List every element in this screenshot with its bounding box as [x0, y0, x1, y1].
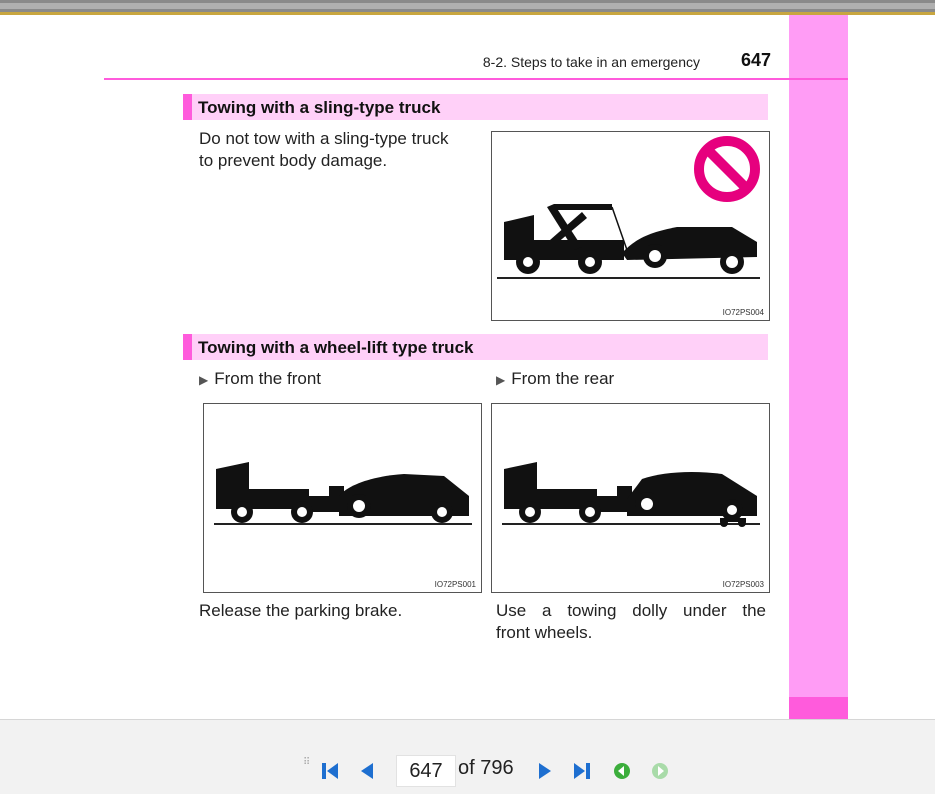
figure-code: IO72PS004: [722, 308, 764, 317]
sling-paragraph-line1: Do not tow with a sling-type truck: [199, 129, 449, 148]
header-rule: [104, 78, 848, 80]
caption-rear-line1: Use a towing dolly under the: [496, 601, 766, 620]
figure-code: IO72PS001: [434, 580, 476, 589]
section-heading-wheel-lift: Towing with a wheel-lift type truck: [183, 334, 768, 360]
go-back-icon[interactable]: [612, 762, 632, 780]
caption-rear-line2: front wheels.: [496, 623, 593, 642]
bullet-triangle-icon: ▶: [496, 373, 506, 387]
figure-front-tow: IO72PS001: [203, 403, 482, 593]
section-heading-marker: [183, 94, 192, 120]
figure-rear-tow: IO72PS003: [491, 403, 770, 593]
section-heading-text: Towing with a sling-type truck: [198, 98, 441, 117]
bullet-from-rear: ▶ From the rear: [496, 369, 614, 389]
running-header-title: 8-2. Steps to take in an emergency: [482, 54, 700, 70]
figure-sling-truck: IO72PS004: [491, 131, 770, 321]
section-heading-marker: [183, 334, 192, 360]
viewer-toolbar-top: [0, 719, 935, 750]
previous-page-icon[interactable]: [357, 762, 377, 780]
bullet-from-front: ▶ From the front: [199, 369, 321, 389]
chapter-side-tab: [789, 15, 848, 701]
front-tow-illustration: [214, 462, 472, 525]
caption-front: Release the parking brake.: [199, 601, 403, 620]
page-number-input[interactable]: 647: [396, 755, 456, 787]
top-bar-stripe: [0, 3, 935, 9]
bullet-text: From the front: [214, 369, 321, 388]
running-header-page-number: 647: [741, 50, 772, 70]
chapter-side-tab-marker: [789, 697, 848, 719]
page-count-label: of 796: [458, 757, 514, 779]
last-page-icon[interactable]: [572, 762, 592, 780]
figure-code: IO72PS003: [722, 580, 764, 589]
window-top-bar: [0, 0, 935, 15]
first-page-icon[interactable]: [320, 762, 340, 780]
next-page-icon[interactable]: [535, 762, 555, 780]
prohibited-icon: [694, 136, 760, 202]
caption-rear: Use a towing dolly under the front wheel…: [496, 600, 766, 644]
sling-paragraph-line2: to prevent body damage.: [199, 151, 388, 170]
bullet-text: From the rear: [511, 369, 615, 388]
bullet-triangle-icon: ▶: [199, 373, 209, 387]
section-heading-sling: Towing with a sling-type truck: [183, 94, 768, 120]
section-heading-text: Towing with a wheel-lift type truck: [198, 338, 474, 357]
go-forward-icon[interactable]: [650, 762, 670, 780]
sling-truck-illustration: [497, 136, 760, 279]
sling-paragraph: Do not tow with a sling-type truck to pr…: [199, 128, 479, 172]
toolbar-grip-icon[interactable]: ⠿: [303, 757, 310, 768]
rear-tow-illustration: [502, 462, 760, 527]
